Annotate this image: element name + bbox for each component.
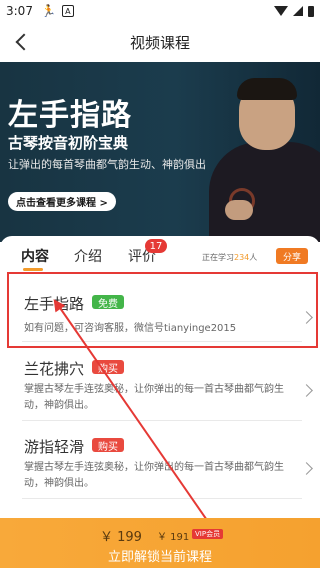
lesson-description: 掌握古琴左手连弦奥秘，让你弹出的每一首古琴曲都气韵生动，神韵俱出。 [24,384,284,411]
running-person-icon: 🏃 [40,4,56,18]
wifi-icon [274,6,288,16]
chevron-right-icon [300,384,313,397]
divider [22,498,302,499]
tab-bar: 内容 介绍 评价 17 正在学习234人 分享 [0,236,320,274]
lesson-title: 兰花拂穴 [24,360,85,378]
banner-subtitle: 古琴按音初阶宝典 [8,134,129,152]
course-price: ￥ 199 [100,530,142,545]
signal-icon [293,6,303,16]
learners-suffix: 人 [249,253,258,262]
banner-description: 让弹出的每首琴曲都气韵生动、神韵俱出 [8,158,206,171]
app-notification-icon: A [61,5,74,17]
vip-badge: VIP会员 [192,529,224,539]
tab-active-indicator [23,268,43,271]
vip-price: ￥ 191 [157,532,190,543]
back-icon[interactable] [12,32,30,52]
learners-prefix: 正在学习 [202,253,234,262]
tab-content[interactable]: 内容 [21,246,49,266]
lesson-description: 掌握古琴左手连弦奥秘，让你弹出的每一首古琴曲都气韵生动，神韵俱出。 [24,462,284,489]
divider [22,420,302,421]
banner-title: 左手指路 [8,98,132,133]
more-courses-button[interactable]: 点击查看更多课程 > [8,192,116,211]
lesson-tag-buy: 购买 [92,438,124,453]
instructor-image [209,70,320,242]
status-time: 3:07 [6,4,33,18]
course-banner[interactable]: 左手指路 古琴按音初阶宝典 让弹出的每首琴曲都气韵生动、神韵俱出 点击查看更多课… [0,62,320,242]
chevron-right-icon [300,462,313,475]
battery-icon [308,5,314,17]
unlock-course-bar[interactable]: ￥ 199 ￥ 191 VIP会员 立即解锁当前课程 [0,518,320,568]
top-app-bar: 视频课程 [0,22,320,62]
page-title: 视频课程 [129,33,190,52]
share-button[interactable]: 分享 [276,248,308,264]
lesson-title: 游指轻滑 [24,438,85,456]
learners-count: 正在学习234人 [202,252,257,263]
unlock-course-button[interactable]: 立即解锁当前课程 [0,546,320,565]
lesson-item-2[interactable]: 兰花拂穴 购买 掌握古琴左手连弦奥秘，让你弹出的每一首古琴曲都气韵生动，神韵俱出… [14,358,313,418]
learners-number: 234 [234,253,250,262]
reviews-count-badge: 17 [145,239,167,253]
tab-intro[interactable]: 介绍 [74,246,102,266]
status-bar: 3:07 🏃 A [0,0,320,22]
lesson-item-3[interactable]: 游指轻滑 购买 掌握古琴左手连弦奥秘，让你弹出的每一首古琴曲都气韵生动，神韵俱出… [14,436,313,496]
